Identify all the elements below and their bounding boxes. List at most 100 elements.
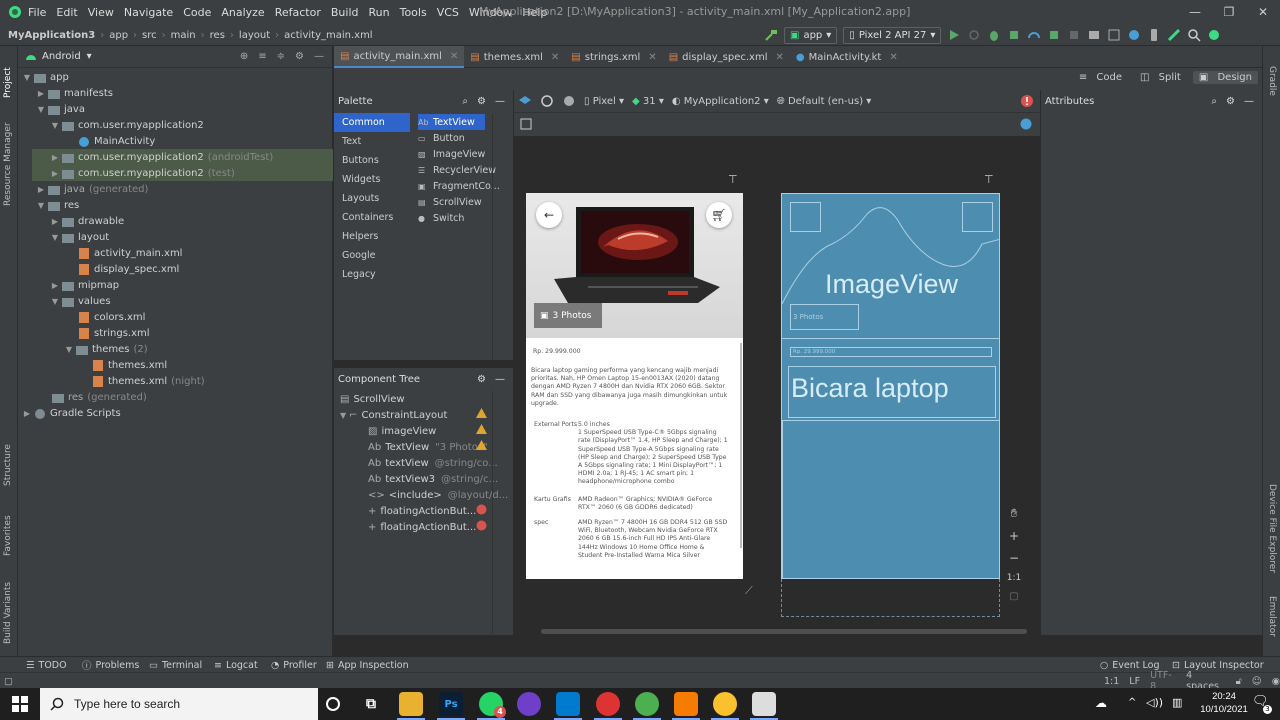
error-icon[interactable] <box>476 520 487 531</box>
crumb-project[interactable]: MyApplication3 <box>8 30 95 41</box>
network-icon[interactable]: ▥ <box>1172 696 1182 709</box>
tree-node-manifests[interactable]: ▶ manifests <box>36 85 113 101</box>
component-scrollview[interactable]: ▤ ScrollView <box>340 391 405 407</box>
palette-item-textview[interactable]: Ab TextView <box>418 114 485 130</box>
error-icon[interactable] <box>1020 94 1034 108</box>
tab-display-spec[interactable]: ▤ display_spec.xml ✕ <box>663 46 790 68</box>
build-variants-tool-tab[interactable]: Build Variants <box>3 574 13 644</box>
tree-node-res-generated[interactable]: res (generated) <box>50 389 147 405</box>
horizontal-scrollbar[interactable] <box>541 629 1027 634</box>
orientation-icon[interactable] <box>540 94 554 108</box>
palette-item-button[interactable]: ▭ Button <box>418 130 465 146</box>
coverage-icon[interactable] <box>1007 28 1021 42</box>
onedrive-icon[interactable]: ☁ <box>1095 696 1107 710</box>
device-select[interactable]: ▯ Pixel ▾ <box>584 96 624 107</box>
cortana-icon[interactable] <box>321 692 345 716</box>
component-imageview[interactable]: ▨ imageView <box>368 423 436 439</box>
gear-icon[interactable]: ⚙ <box>1226 96 1235 107</box>
tree-node-app[interactable]: ▼ app <box>22 69 69 85</box>
attach-debugger-icon[interactable] <box>1047 28 1061 42</box>
code-mode-button[interactable]: ≡ Code <box>1073 71 1128 84</box>
notepad-icon[interactable] <box>752 692 776 716</box>
zoom-in-button[interactable]: + <box>1009 529 1019 543</box>
menu-navigate[interactable]: Navigate <box>124 6 173 19</box>
chrome-icon[interactable] <box>635 692 659 716</box>
split-mode-button[interactable]: ◫ Split <box>1134 71 1187 84</box>
theme-select[interactable]: ◐ MyApplication2 ▾ <box>672 96 769 107</box>
chrome-red-icon[interactable] <box>596 692 620 716</box>
menu-run[interactable]: Run <box>369 6 390 19</box>
palette-item-imageview[interactable]: ▨ ImageView <box>418 146 485 162</box>
palette-category-helpers[interactable]: Helpers <box>334 227 410 246</box>
error-icon[interactable] <box>476 504 487 515</box>
tree-node-themes-xml[interactable]: themes.xml <box>90 357 167 373</box>
tree-node-package-androidtest[interactable]: ▶ com.user.myapplication2 (androidTest) <box>32 149 333 165</box>
sync-gradle-icon[interactable] <box>1127 28 1141 42</box>
zoom-out-button[interactable]: − <box>1009 551 1019 565</box>
night-mode-icon[interactable] <box>562 94 576 108</box>
menu-analyze[interactable]: Analyze <box>221 6 264 19</box>
maximize-button[interactable]: ❐ <box>1212 0 1246 24</box>
device-select[interactable]: ▯ Pixel 2 API 27 ▾ <box>843 26 942 44</box>
tree-node-strings[interactable]: strings.xml <box>76 325 150 341</box>
vscode-icon[interactable] <box>556 692 580 716</box>
lock-icon[interactable]: 🔓︎ <box>1236 676 1242 687</box>
tab-strings[interactable]: ▤ strings.xml ✕ <box>565 46 662 68</box>
palette-category-common[interactable]: Common <box>334 113 410 132</box>
layers-icon[interactable] <box>518 94 532 108</box>
taskbar-clock[interactable]: 20:24 10/10/2021 <box>1198 690 1250 716</box>
hammer-icon[interactable] <box>764 28 778 42</box>
debug-icon[interactable] <box>987 28 1001 42</box>
tree-node-layout[interactable]: ▼ layout <box>50 229 109 245</box>
locate-icon[interactable]: ⊕ <box>240 51 248 62</box>
expand-all-icon[interactable]: ≡ <box>258 51 266 62</box>
pin-icon[interactable]: ⊤ <box>728 173 738 186</box>
project-tool-tab[interactable]: Project <box>3 54 13 98</box>
terminal-tool-button[interactable]: ▭ Terminal <box>149 657 202 673</box>
tab-mainactivity[interactable]: ● MainActivity.kt ✕ <box>790 46 904 68</box>
menu-tools[interactable]: Tools <box>400 6 427 19</box>
palette-item-recyclerview[interactable]: ☰ RecyclerView <box>418 162 496 178</box>
gear-icon[interactable]: ⚙ <box>477 96 486 107</box>
crumb-layout[interactable]: layout <box>239 30 270 41</box>
rerun-icon[interactable] <box>967 28 981 42</box>
gradle-tool-tab[interactable]: Gradle <box>1267 66 1277 106</box>
line-separator[interactable]: LF <box>1129 676 1140 687</box>
component-textview3[interactable]: Ab textView3 @string/c... <box>368 471 498 487</box>
sdk-manager-icon[interactable] <box>1167 28 1181 42</box>
search-icon[interactable]: ⌕ <box>462 96 468 107</box>
settings-icon[interactable] <box>1207 28 1221 42</box>
palette-item-scrollview[interactable]: ▤ ScrollView <box>418 194 482 210</box>
warning-icon[interactable] <box>476 440 487 451</box>
emulator-tool-tab[interactable]: Emulator <box>1267 596 1277 651</box>
tree-node-gradle-scripts[interactable]: ▶ Gradle Scripts <box>22 405 121 421</box>
resize-handle[interactable]: ⟋ <box>745 584 753 598</box>
blueprint-toggle-icon[interactable] <box>520 118 532 130</box>
hide-panel-icon[interactable]: — <box>314 51 324 62</box>
whatsapp-icon[interactable]: 4 <box>479 692 506 718</box>
palette-category-text[interactable]: Text <box>334 132 410 151</box>
blueprint-preview[interactable]: ImageView 3 Photos Rp. 29.999.000 Bicara… <box>781 193 1000 579</box>
close-tab-icon[interactable]: ✕ <box>889 52 897 63</box>
todo-tool-button[interactable]: ☰ TODO <box>26 657 67 673</box>
caret-position[interactable]: 1:1 <box>1104 676 1119 687</box>
inspector-icon[interactable]: ☺ <box>1252 676 1262 687</box>
hide-panel-icon[interactable]: — <box>495 96 505 107</box>
tree-node-res[interactable]: ▼ res <box>36 197 79 213</box>
crumb-app[interactable]: app <box>109 30 128 41</box>
close-tab-icon[interactable]: ✕ <box>551 52 559 63</box>
search-icon[interactable] <box>1187 28 1201 42</box>
tree-node-package-test[interactable]: ▶ com.user.myapplication2 (test) <box>32 165 333 181</box>
toggle-tool-windows-icon[interactable]: ▢ <box>4 676 13 687</box>
menu-view[interactable]: View <box>88 6 114 19</box>
taskbar-search[interactable]: Type here to search <box>40 688 318 720</box>
crumb-src[interactable]: src <box>142 30 157 41</box>
zoom-reset-button[interactable]: 1:1 <box>1007 573 1021 583</box>
tree-node-java-generated[interactable]: ▶ java (generated) <box>36 181 148 197</box>
palette-category-widgets[interactable]: Widgets <box>334 170 410 189</box>
volume-icon[interactable]: ◁)) <box>1146 696 1163 709</box>
menu-refactor[interactable]: Refactor <box>275 6 321 19</box>
back-button[interactable]: ← <box>536 202 562 228</box>
palette-category-layouts[interactable]: Layouts <box>334 189 410 208</box>
palette-category-buttons[interactable]: Buttons <box>334 151 410 170</box>
